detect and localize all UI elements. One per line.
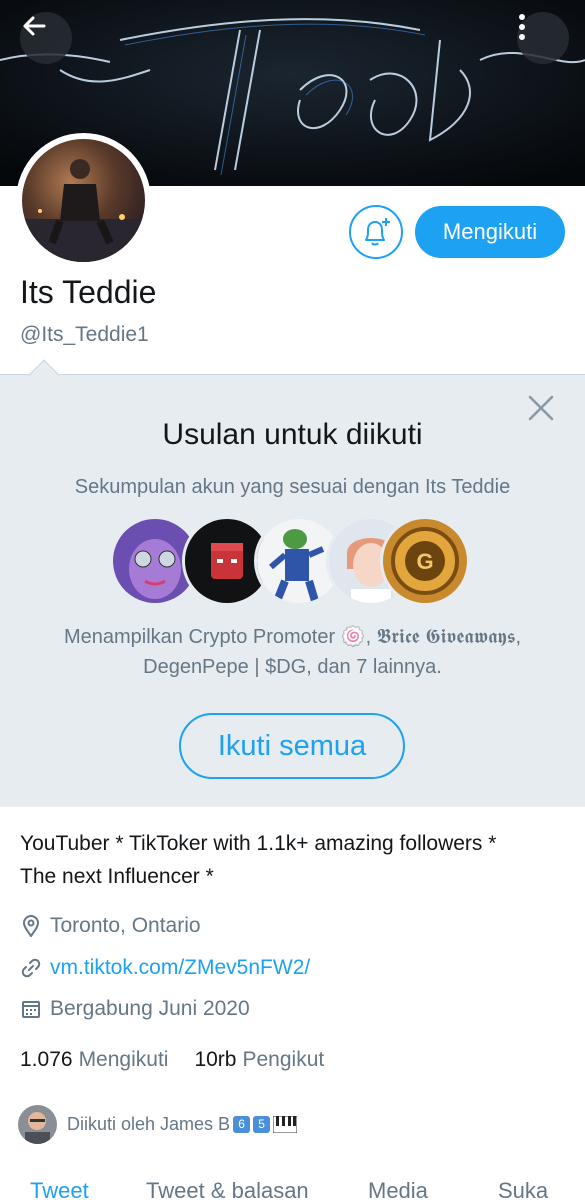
- profile-avatar[interactable]: [16, 133, 151, 268]
- location-row: Toronto, Ontario: [20, 914, 201, 938]
- link-icon: [20, 957, 42, 979]
- location-text: Toronto, Ontario: [50, 914, 201, 937]
- display-name: Its Teddie: [20, 274, 157, 310]
- suggested-avatar[interactable]: G: [380, 516, 470, 606]
- tab-likes[interactable]: Suka: [498, 1178, 548, 1200]
- followed-by-row[interactable]: Diikuti oleh James B 6 5: [18, 1105, 298, 1144]
- joined-text: Bergabung Juni 2020: [50, 997, 250, 1020]
- showing-line-1: Menampilkan Crypto Promoter 🍥, 𝕭𝖗𝖎𝖈𝖊 𝕲𝖎𝖛…: [63, 626, 522, 648]
- suggestions-showing-text: Menampilkan Crypto Promoter 🍥, 𝕭𝖗𝖎𝖈𝖊 𝕲𝖎𝖛…: [20, 622, 565, 682]
- following-button[interactable]: Mengikuti: [415, 206, 565, 258]
- more-vertical-icon: [519, 14, 525, 40]
- bio-line-2: The next Influencer *: [20, 865, 214, 888]
- profile-bio: YouTuber * TikToker with 1.1k+ amazing f…: [20, 827, 565, 893]
- username-handle: @Its_Teddie1: [20, 323, 149, 346]
- suggestions-subtitle: Sekumpulan akun yang sesuai dengan Its T…: [74, 476, 511, 498]
- piano-icon: [273, 1116, 298, 1133]
- website-link[interactable]: vm.tiktok.com/ZMev5nFW2/: [50, 956, 310, 980]
- profile-tabs: Tweet Tweet & balasan Media Suka: [0, 1170, 585, 1200]
- website-row: vm.tiktok.com/ZMev5nFW2/: [20, 956, 310, 980]
- keycap-badge: 5: [253, 1116, 271, 1133]
- joined-row: Bergabung Juni 2020: [20, 997, 250, 1021]
- arrow-left-icon: [23, 16, 46, 36]
- tab-tweet[interactable]: Tweet: [30, 1178, 89, 1200]
- following-stat[interactable]: 1.076 Mengikuti: [20, 1048, 168, 1072]
- calendar-icon: [20, 998, 42, 1020]
- suggested-avatars[interactable]: G: [110, 516, 470, 606]
- suggestions-title: Usulan untuk diikuti: [162, 418, 423, 451]
- follower-avatar: [18, 1105, 57, 1144]
- following-label: Mengikuti: [78, 1048, 169, 1071]
- showing-line-2: DegenPepe | $DG, dan 7 lainnya.: [143, 656, 442, 678]
- back-button[interactable]: [20, 12, 72, 64]
- followers-stat[interactable]: 10rb Pengikut: [194, 1048, 324, 1072]
- follow-stats: 1.076 Mengikuti 10rb Pengikut: [20, 1048, 350, 1072]
- followed-by-text: Diikuti oleh James B: [67, 1114, 231, 1134]
- notifications-button[interactable]: [349, 205, 403, 259]
- following-count: 1.076: [20, 1048, 73, 1071]
- followers-label: Pengikut: [242, 1048, 325, 1071]
- tab-media[interactable]: Media: [368, 1178, 428, 1200]
- follow-all-button[interactable]: Ikuti semua: [179, 713, 405, 779]
- keycap-badge: 6: [233, 1116, 251, 1133]
- tab-tweet-replies[interactable]: Tweet & balasan: [146, 1178, 309, 1200]
- location-pin-icon: [20, 915, 42, 937]
- followers-count: 10rb: [194, 1048, 237, 1071]
- bio-line-1: YouTuber * TikToker with 1.1k+ amazing f…: [20, 832, 497, 855]
- more-options-button[interactable]: [517, 12, 569, 64]
- bell-plus-icon: [365, 218, 390, 246]
- svg-text:G: G: [416, 549, 433, 574]
- avatar-image: [22, 139, 145, 262]
